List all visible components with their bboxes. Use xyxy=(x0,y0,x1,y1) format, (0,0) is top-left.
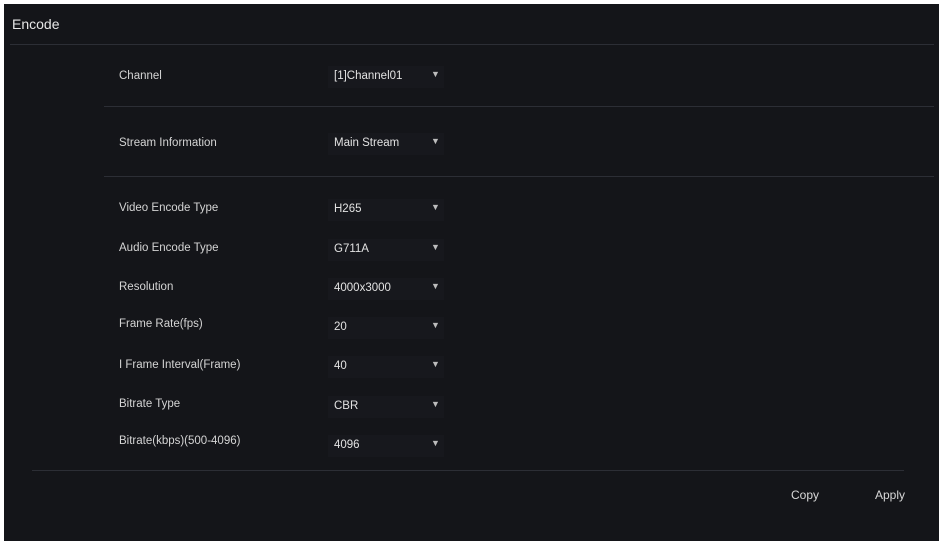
bitrate-type-label: Bitrate Type xyxy=(119,398,181,410)
audio-encode-type-value: G711A xyxy=(334,243,369,255)
i-frame-interval-label: I Frame Interval(Frame) xyxy=(119,359,241,371)
frame-rate-label: Frame Rate(fps) xyxy=(119,318,203,330)
resolution-select[interactable]: 4000x3000 ▼ xyxy=(328,278,444,300)
bitrate-value: 4096 xyxy=(334,439,360,451)
i-frame-interval-value: 40 xyxy=(334,360,347,372)
channel-label: Channel xyxy=(119,70,162,82)
chevron-down-icon: ▼ xyxy=(431,242,440,252)
video-encode-type-label: Video Encode Type xyxy=(119,202,219,214)
stream-information-value: Main Stream xyxy=(334,137,400,149)
stream-information-label: Stream Information xyxy=(119,137,217,149)
bitrate-type-value: CBR xyxy=(334,400,359,412)
audio-encode-type-select[interactable]: G711A ▼ xyxy=(328,239,444,261)
bitrate-type-select[interactable]: CBR ▼ xyxy=(328,396,444,418)
resolution-value: 4000x3000 xyxy=(334,282,391,294)
chevron-down-icon: ▼ xyxy=(431,438,440,448)
screenshot-frame: Encode Channel [1]Channel01 ▼ Stream Inf… xyxy=(0,0,943,545)
footer-divider xyxy=(32,470,904,471)
chevron-down-icon: ▼ xyxy=(431,136,440,146)
copy-button[interactable]: Copy xyxy=(774,482,836,508)
resolution-label: Resolution xyxy=(119,281,174,293)
section-divider xyxy=(104,106,934,107)
stream-information-select[interactable]: Main Stream ▼ xyxy=(328,133,444,155)
chevron-down-icon: ▼ xyxy=(431,320,440,330)
frame-rate-value: 20 xyxy=(334,321,347,333)
audio-encode-type-label: Audio Encode Type xyxy=(119,242,219,254)
channel-select[interactable]: [1]Channel01 ▼ xyxy=(328,66,444,88)
video-encode-type-select[interactable]: H265 ▼ xyxy=(328,199,444,221)
video-encode-type-value: H265 xyxy=(334,203,362,215)
title-divider xyxy=(10,44,934,45)
chevron-down-icon: ▼ xyxy=(431,399,440,409)
bitrate-label: Bitrate(kbps)(500-4096) xyxy=(119,435,241,447)
section-divider xyxy=(104,176,934,177)
chevron-down-icon: ▼ xyxy=(431,202,440,212)
i-frame-interval-select[interactable]: 40 ▼ xyxy=(328,356,444,378)
chevron-down-icon: ▼ xyxy=(431,281,440,291)
page-title: Encode xyxy=(12,16,60,32)
apply-button[interactable]: Apply xyxy=(859,482,921,508)
encode-panel: Encode Channel [1]Channel01 ▼ Stream Inf… xyxy=(4,4,939,541)
channel-value: [1]Channel01 xyxy=(334,70,403,82)
chevron-down-icon: ▼ xyxy=(431,359,440,369)
frame-rate-select[interactable]: 20 ▼ xyxy=(328,317,444,339)
bitrate-select[interactable]: 4096 ▼ xyxy=(328,435,444,457)
chevron-down-icon: ▼ xyxy=(431,69,440,79)
